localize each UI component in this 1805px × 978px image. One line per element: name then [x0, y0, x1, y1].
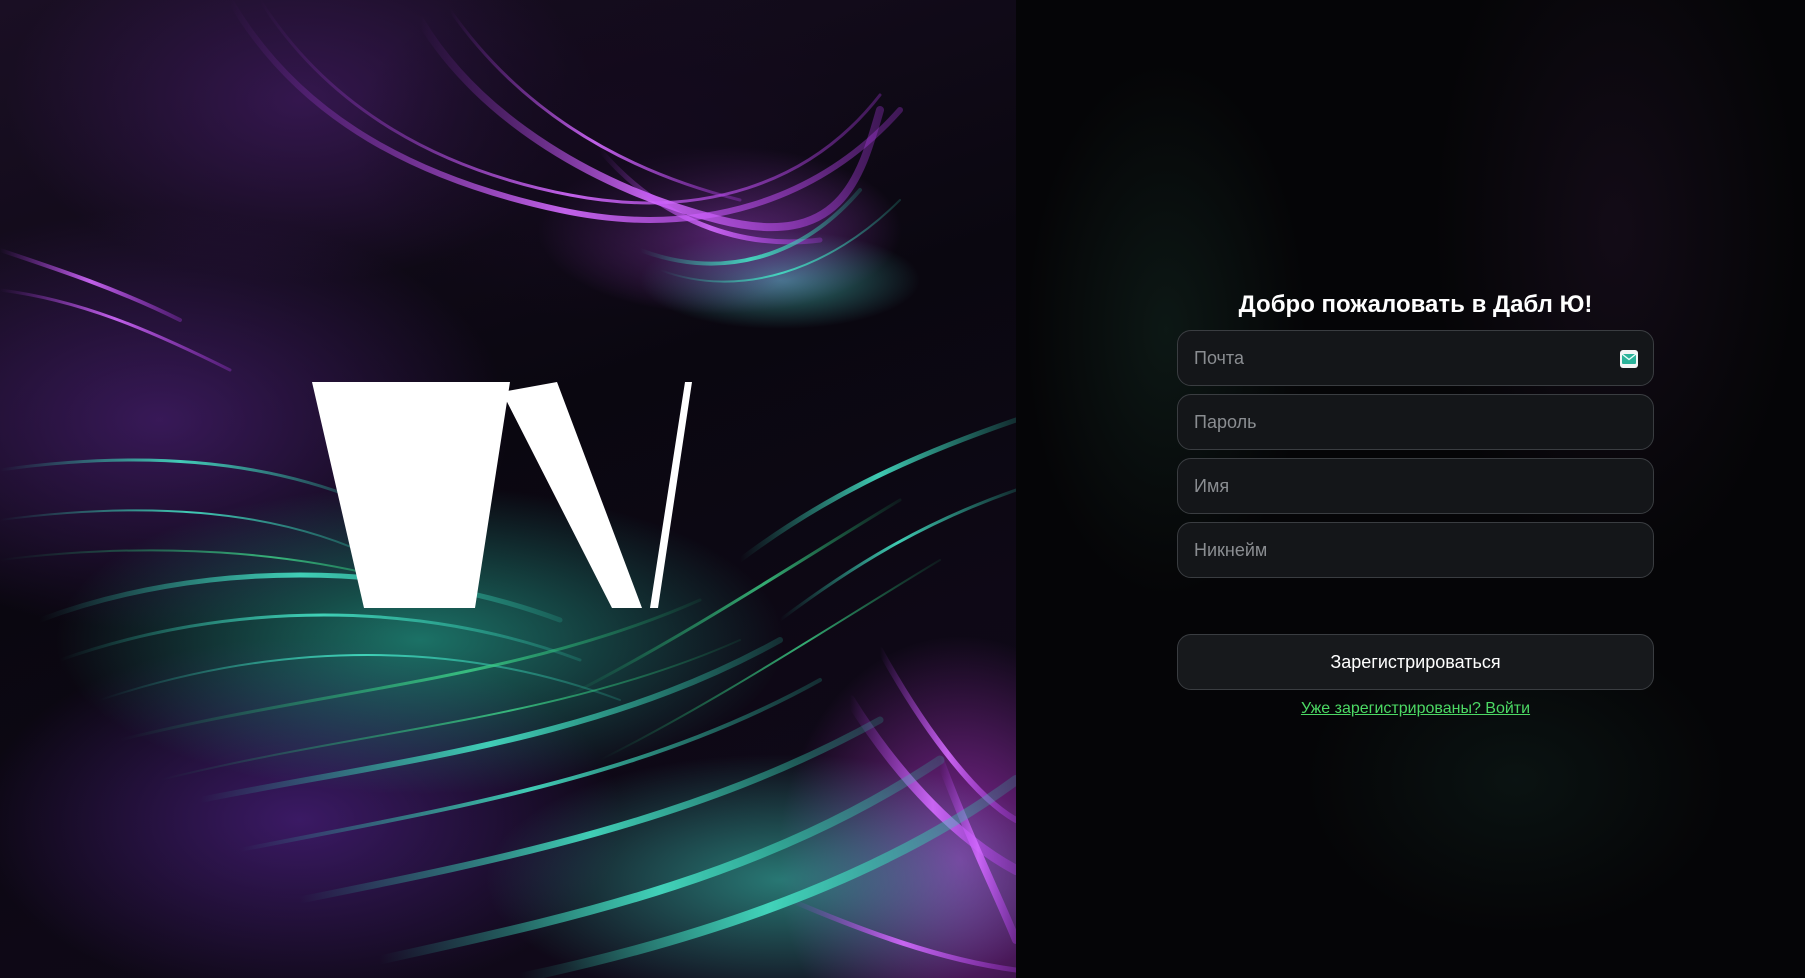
register-button[interactable]: Зарегистрироваться — [1177, 634, 1654, 690]
nickname-field — [1177, 522, 1654, 578]
form-title: Добро пожаловать в Дабл Ю! — [1238, 291, 1593, 318]
hero-artwork — [0, 0, 1016, 978]
password-input[interactable] — [1178, 395, 1653, 449]
form-spacer — [1177, 586, 1654, 634]
login-link[interactable]: Уже зарегистрированы? Войти — [1177, 700, 1654, 718]
w-logo — [312, 382, 692, 608]
password-field — [1177, 394, 1654, 450]
auth-panel: Добро пожаловать в Дабл Ю! Зарегистрир — [1016, 0, 1805, 978]
mail-icon[interactable] — [1619, 349, 1639, 369]
nickname-input[interactable] — [1178, 523, 1653, 577]
signup-page: Добро пожаловать в Дабл Ю! Зарегистрир — [0, 0, 1805, 978]
email-input[interactable] — [1178, 331, 1653, 385]
name-input[interactable] — [1178, 459, 1653, 513]
email-field — [1177, 330, 1654, 386]
name-field — [1177, 458, 1654, 514]
register-form: Добро пожаловать в Дабл Ю! Зарегистрир — [1177, 288, 1654, 718]
